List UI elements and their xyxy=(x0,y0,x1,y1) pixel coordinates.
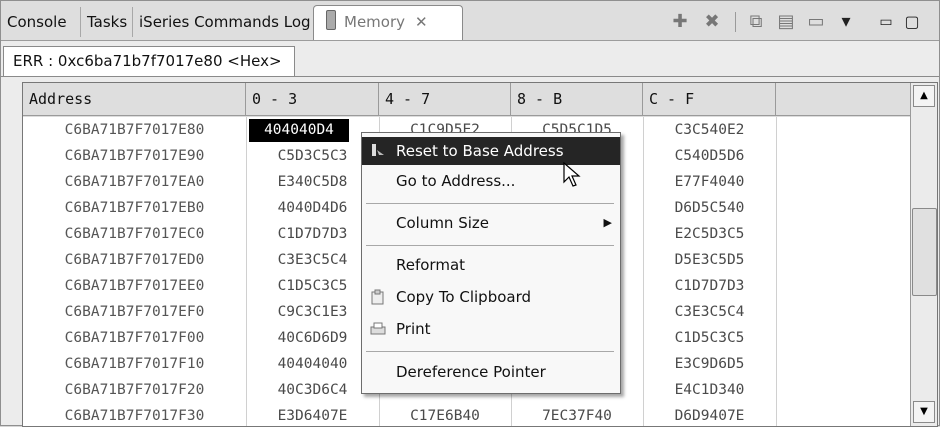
memory-cell[interactable]: 40404040 xyxy=(246,353,379,376)
memory-cell[interactable]: 40C3D6C4 xyxy=(246,379,379,402)
column-header-c-f[interactable]: C - F xyxy=(643,83,776,116)
tab-console-label: Console xyxy=(7,13,67,31)
address-cell: C6BA71B7F7017F30 xyxy=(64,408,205,424)
memory-cell[interactable]: E2C5D3C5 xyxy=(643,223,776,246)
table-header: Address 0 - 3 4 - 7 8 - B C - F xyxy=(23,83,937,117)
memory-cell[interactable]: 4040D4D6 xyxy=(246,197,379,220)
menu-item-reset-to-base-address[interactable]: Reset to Base Address xyxy=(362,137,620,165)
memory-cell[interactable]: D5E3C5D5 xyxy=(643,249,776,272)
memory-cell[interactable]: C540D5D6 xyxy=(643,145,776,168)
memory-cell[interactable]: C1D5C3C5 xyxy=(643,327,776,350)
view-menu-icon[interactable]: ▾ xyxy=(835,11,857,33)
menu-separator xyxy=(366,245,614,246)
memory-cell[interactable]: C1D5C3C5 xyxy=(246,275,379,298)
memory-cell[interactable]: C9C3C1E3 xyxy=(246,301,379,324)
memory-cell[interactable]: E77F4040 xyxy=(643,171,776,194)
reset-base-icon xyxy=(372,144,384,156)
menu-item-label: Copy To Clipboard xyxy=(396,288,532,306)
menu-item-label: Reset to Base Address xyxy=(396,142,564,160)
new-rendering-icon[interactable]: ⧉ xyxy=(745,11,767,33)
menu-item-label: Print xyxy=(396,320,431,338)
column-header-address[interactable]: Address xyxy=(23,83,246,116)
menu-item-dereference-pointer[interactable]: Dereference Pointer xyxy=(362,358,620,386)
menu-item-column-size[interactable]: Column Size ▶ xyxy=(362,209,620,237)
memory-cell[interactable]: E3C9D6D5 xyxy=(643,353,776,376)
remove-monitor-icon[interactable]: ✖ xyxy=(701,11,723,33)
menu-item-print[interactable]: Print xyxy=(362,315,620,343)
table-row: C6BA71B7F7017F30 E3D6407E C17E6B40 7EC37F40… xyxy=(23,405,907,426)
rendering-tab[interactable]: ERR : 0xc6ba71b7f7017e80 <Hex> xyxy=(3,46,295,77)
memory-cell[interactable]: C3C540E2 xyxy=(643,119,776,142)
memory-cell[interactable]: C17E6B40 xyxy=(379,405,511,426)
rendering-tab-divider xyxy=(1,76,939,77)
scroll-down-button[interactable]: ▼ xyxy=(913,401,935,423)
menu-item-label: Go to Address... xyxy=(396,172,516,190)
memory-cell[interactable]: D6D5C540 xyxy=(643,197,776,220)
menu-item-copy-to-clipboard[interactable]: Copy To Clipboard xyxy=(362,283,620,311)
copy-icon[interactable]: ▤ xyxy=(775,11,797,33)
column-header-8-b[interactable]: 8 - B xyxy=(511,83,643,116)
address-cell: C6BA71B7F7017EB0 xyxy=(64,200,205,216)
address-cell: C6BA71B7F7017EE0 xyxy=(64,278,205,294)
tab-memory-label: Memory xyxy=(344,13,406,31)
memory-cell[interactable]: 7EC37F40 xyxy=(511,405,643,426)
address-cell: C6BA71B7F7017F00 xyxy=(64,330,205,346)
rendering-tab-label: ERR : 0xc6ba71b7f7017e80 <Hex> xyxy=(13,52,282,70)
close-tab-icon[interactable]: ✕ xyxy=(415,13,428,31)
minimize-icon[interactable]: ▭ xyxy=(875,11,897,33)
vertical-scrollbar[interactable]: ▲ ▼ xyxy=(910,83,937,426)
view-tab-bar: Console Tasks iSeries Commands Log Memor… xyxy=(1,1,939,41)
address-cell: C6BA71B7F7017F10 xyxy=(64,356,205,372)
tab-console[interactable]: Console xyxy=(1,7,81,37)
address-cell: C6BA71B7F7017ED0 xyxy=(64,252,205,268)
mouse-cursor-icon xyxy=(563,162,581,187)
maximize-icon[interactable]: ▢ xyxy=(901,11,923,33)
address-cell: C6BA71B7F7017E90 xyxy=(64,148,205,164)
scroll-up-button[interactable]: ▲ xyxy=(913,85,935,107)
menu-item-reformat[interactable]: Reformat xyxy=(362,251,620,279)
address-cell: C6BA71B7F7017F20 xyxy=(64,382,205,398)
memory-cell[interactable]: 404040D4 xyxy=(249,119,349,142)
memory-cell[interactable]: C3E3C5C4 xyxy=(246,249,379,272)
address-cell: C6BA71B7F7017EC0 xyxy=(64,226,205,242)
memory-view-window: Console Tasks iSeries Commands Log Memor… xyxy=(0,0,940,427)
scroll-thumb[interactable] xyxy=(912,208,937,296)
memory-cell[interactable]: E4C1D340 xyxy=(643,379,776,402)
memory-cell[interactable]: C3E3C5C4 xyxy=(643,301,776,324)
clipboard-icon xyxy=(371,289,384,305)
tab-iseries-log-label: iSeries Commands Log xyxy=(139,13,311,31)
tab-tasks[interactable]: Tasks xyxy=(81,7,133,37)
menu-item-label: Dereference Pointer xyxy=(396,363,546,381)
memory-cell[interactable]: C1D7D7D3 xyxy=(643,275,776,298)
column-header-0-3[interactable]: 0 - 3 xyxy=(246,83,379,116)
tab-memory[interactable]: Memory ✕ xyxy=(313,5,463,40)
submenu-arrow-icon: ▶ xyxy=(603,216,612,229)
address-cell: C6BA71B7F7017EF0 xyxy=(64,304,205,320)
print-icon xyxy=(370,322,386,335)
column-header-4-7[interactable]: 4 - 7 xyxy=(379,83,511,116)
memory-cell[interactable]: E3D6407E xyxy=(246,405,379,426)
memory-cell[interactable]: D6D9407E xyxy=(643,405,776,426)
address-cell: C6BA71B7F7017EA0 xyxy=(64,174,205,190)
memory-cell[interactable]: C1D7D7D3 xyxy=(246,223,379,246)
memory-cell[interactable]: E340C5D8 xyxy=(246,171,379,194)
memory-cell[interactable]: C5D3C5C3 xyxy=(246,145,379,168)
memory-cell[interactable]: 40C6D6D9 xyxy=(246,327,379,350)
print-icon[interactable]: ▭ xyxy=(805,11,827,33)
memory-icon xyxy=(326,10,336,30)
menu-separator xyxy=(366,203,614,204)
menu-item-label: Reformat xyxy=(396,256,466,274)
column-header-filler xyxy=(776,83,911,116)
tab-tasks-label: Tasks xyxy=(87,13,128,31)
add-monitor-icon[interactable]: ✚ xyxy=(669,11,691,33)
menu-separator xyxy=(366,351,614,352)
toolbar-separator xyxy=(735,12,736,32)
menu-item-label: Column Size xyxy=(396,214,490,232)
tab-iseries-commands-log[interactable]: iSeries Commands Log xyxy=(133,7,313,37)
address-cell: C6BA71B7F7017E80 xyxy=(64,122,205,138)
